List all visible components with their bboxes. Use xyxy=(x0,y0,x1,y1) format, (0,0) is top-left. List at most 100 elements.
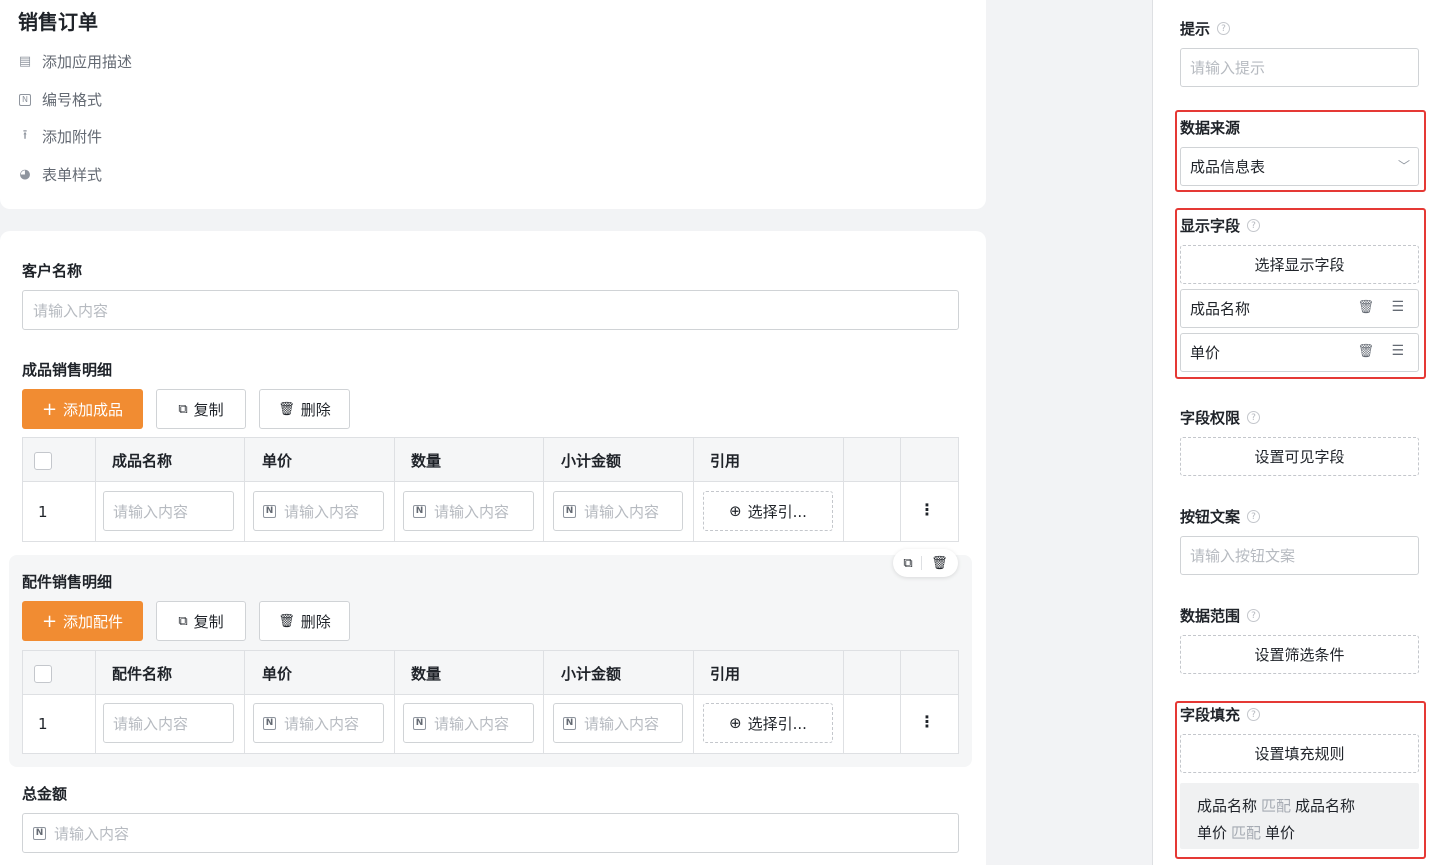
total-input[interactable]: N 请输入内容 xyxy=(22,813,959,853)
form-canvas: 销售订单 ▤ 添加应用描述 N 编号格式 ⭱ 添加附件 ◕ 表单样式 客户名称 … xyxy=(0,0,1152,865)
row-index: 1 xyxy=(38,715,48,733)
add-parts-button[interactable]: + 添加配件 xyxy=(22,601,143,641)
app-title[interactable]: 销售订单 xyxy=(18,6,98,35)
more-icon[interactable]: ⋮ xyxy=(919,500,935,519)
data-source-select[interactable]: 成品信息表 ﹀ xyxy=(1180,147,1419,186)
add-description-link[interactable]: ▤ 添加应用描述 xyxy=(18,51,132,72)
parts-section-title: 配件销售明细 xyxy=(22,573,113,591)
select-display-fields-button[interactable]: 选择显示字段 xyxy=(1180,245,1419,284)
display-fields-label-text: 显示字段 xyxy=(1180,217,1241,235)
delete-product-label: 删除 xyxy=(300,400,331,419)
placeholder: 请输入内容 xyxy=(284,502,360,521)
field-permission-label-text: 字段权限 xyxy=(1180,409,1241,427)
app-info-card: 销售订单 ▤ 添加应用描述 N 编号格式 ⭱ 添加附件 ◕ 表单样式 xyxy=(0,0,986,209)
display-field-item[interactable]: 成品名称 🗑︎ ☰ xyxy=(1180,289,1419,328)
plus-circle-icon: ⊕ xyxy=(729,714,742,732)
col-unit-price: 单价 xyxy=(262,664,293,683)
number-icon: N xyxy=(563,716,576,730)
total-label: 总金额 xyxy=(22,785,68,803)
drag-handle-icon[interactable]: ☰ xyxy=(1391,343,1404,359)
select-all-checkbox[interactable] xyxy=(34,665,52,683)
help-icon[interactable]: ? xyxy=(1247,708,1261,721)
display-field-item[interactable]: 单价 🗑︎ ☰ xyxy=(1180,333,1419,372)
product-name-input[interactable]: 请输入内容 xyxy=(103,491,234,531)
field-permission-label: 字段权限 ? xyxy=(1180,407,1261,428)
hint-input[interactable]: 请输入提示 xyxy=(1180,48,1419,87)
parts-table: 配件名称 单价 数量 小计金额 引用 1 请输入内容 N 请输入内容 N 请输入… xyxy=(22,650,959,754)
placeholder: 请输入内容 xyxy=(584,502,660,521)
select-all-checkbox[interactable] xyxy=(34,452,52,470)
trash-icon[interactable]: 🗑︎ xyxy=(1357,300,1374,315)
number-icon: N xyxy=(413,716,426,730)
quantity-input[interactable]: N 请输入内容 xyxy=(403,491,534,531)
add-product-button[interactable]: + 添加成品 xyxy=(22,389,143,429)
help-icon[interactable]: ? xyxy=(1247,219,1261,232)
quantity-input[interactable]: N 请输入内容 xyxy=(403,703,534,743)
fill-rule-match: 匹配 xyxy=(1261,797,1292,815)
placeholder: 请输入内容 xyxy=(284,714,360,733)
col-reference: 引用 xyxy=(710,451,741,470)
chevron-down-icon: ﹀ xyxy=(1397,159,1410,173)
col-quantity: 数量 xyxy=(411,664,442,683)
number-icon: N xyxy=(563,504,576,518)
data-range-label: 数据范围 ? xyxy=(1180,605,1261,626)
delete-product-button[interactable]: 🗑︎ 删除 xyxy=(259,389,350,429)
fill-rule-source: 单价 xyxy=(1197,824,1228,842)
copy-parts-button[interactable]: ⧉ 复制 xyxy=(156,601,246,641)
parts-name-input[interactable]: 请输入内容 xyxy=(103,703,234,743)
set-visible-fields-button[interactable]: 设置可见字段 xyxy=(1180,437,1419,476)
product-table: 成品名称 单价 数量 小计金额 引用 1 请输入内容 N 请输入内容 N 请输入… xyxy=(22,437,959,542)
unit-price-input[interactable]: N 请输入内容 xyxy=(253,703,384,743)
form-style-link[interactable]: ◕ 表单样式 xyxy=(18,164,102,185)
field-fill-label-text: 字段填充 xyxy=(1180,706,1241,724)
plus-icon: + xyxy=(41,610,58,632)
customer-label: 客户名称 xyxy=(22,262,83,280)
drag-handle-icon[interactable]: ☰ xyxy=(1391,299,1404,315)
fill-rule-row: 单价 匹配 单价 xyxy=(1197,820,1419,847)
data-range-label-text: 数据范围 xyxy=(1180,607,1241,625)
display-field-name: 单价 xyxy=(1190,344,1221,362)
col-product-name: 成品名称 xyxy=(112,451,173,470)
button-text-input[interactable]: 请输入按钮文案 xyxy=(1180,536,1419,575)
subtotal-input[interactable]: N 请输入内容 xyxy=(553,491,683,531)
help-icon[interactable]: ? xyxy=(1247,609,1261,622)
trash-icon[interactable]: 🗑︎ xyxy=(1357,344,1374,359)
data-source-label: 数据来源 xyxy=(1180,119,1241,137)
upload-icon: ⭱ xyxy=(22,127,28,143)
copy-product-button[interactable]: ⧉ 复制 xyxy=(156,389,246,429)
help-icon[interactable]: ? xyxy=(1247,411,1261,424)
button-text-label: 按钮文案 ? xyxy=(1180,506,1261,527)
section-toolbar: ⧉ 🗑︎ xyxy=(893,549,958,577)
copy-parts-label: 复制 xyxy=(193,612,224,631)
number-format-link[interactable]: N 编号格式 xyxy=(18,89,102,110)
copy-product-label: 复制 xyxy=(193,400,224,419)
palette-icon: ◕ xyxy=(19,167,31,182)
unit-price-input[interactable]: N 请输入内容 xyxy=(253,491,384,531)
trash-icon[interactable]: 🗑︎ xyxy=(931,556,948,571)
help-icon[interactable]: ? xyxy=(1217,22,1231,35)
display-fields-label: 显示字段 ? xyxy=(1180,215,1261,236)
set-fill-rules-button[interactable]: 设置填充规则 xyxy=(1180,734,1419,773)
subtotal-input[interactable]: N 请输入内容 xyxy=(553,703,683,743)
data-source-value: 成品信息表 xyxy=(1190,158,1266,176)
trash-icon: 🗑︎ xyxy=(278,613,295,629)
number-icon: N xyxy=(263,716,276,730)
copy-icon: ⧉ xyxy=(178,613,188,629)
customer-input[interactable]: 请输入内容 xyxy=(22,290,959,330)
add-attachment-link[interactable]: ⭱ 添加附件 xyxy=(18,126,102,147)
display-field-name: 成品名称 xyxy=(1190,300,1251,318)
button-text-placeholder: 请输入按钮文案 xyxy=(1190,547,1296,565)
hint-label-text: 提示 xyxy=(1180,20,1211,38)
select-reference-label: 选择引... xyxy=(747,714,807,733)
delete-parts-button[interactable]: 🗑︎ 删除 xyxy=(259,601,350,641)
select-reference-button[interactable]: ⊕ 选择引... xyxy=(703,703,833,743)
more-icon[interactable]: ⋮ xyxy=(919,712,935,731)
select-reference-label: 选择引... xyxy=(747,502,807,521)
set-filter-button[interactable]: 设置筛选条件 xyxy=(1180,635,1419,674)
col-quantity: 数量 xyxy=(411,451,442,470)
copy-icon[interactable]: ⧉ xyxy=(903,556,912,571)
number-icon: N xyxy=(413,504,426,518)
placeholder: 请输入内容 xyxy=(113,714,189,733)
help-icon[interactable]: ? xyxy=(1247,510,1261,523)
select-reference-button[interactable]: ⊕ 选择引... xyxy=(703,491,833,531)
